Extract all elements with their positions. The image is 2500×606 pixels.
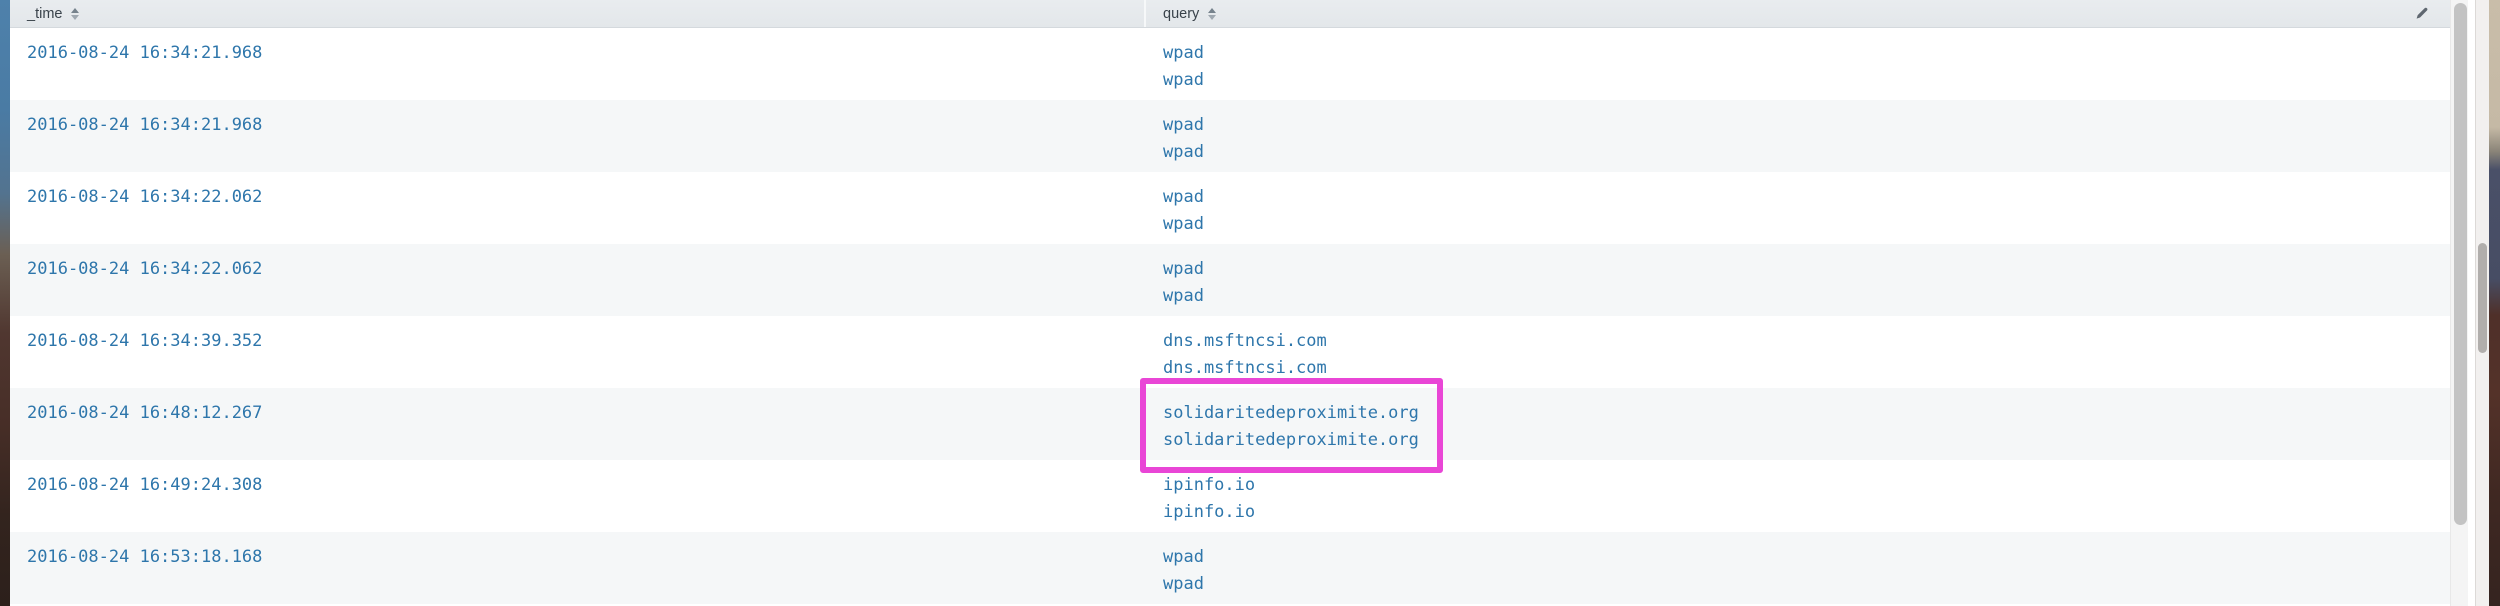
query-value[interactable]: wpad [1163, 112, 2450, 139]
column-header-time-label: _time [27, 5, 63, 22]
query-value[interactable]: wpad [1163, 571, 2450, 598]
column-header-time[interactable]: _time [10, 0, 1146, 27]
query-value[interactable]: solidaritedeproximite.org [1163, 400, 2450, 427]
time-value[interactable]: 2016-08-24 16:34:22.062 [27, 187, 262, 207]
query-value[interactable]: solidaritedeproximite.org [1163, 427, 2450, 454]
time-value[interactable]: 2016-08-24 16:34:21.968 [27, 43, 262, 63]
query-value[interactable]: wpad [1163, 544, 2450, 571]
results-table: _time query 2016-08-24 16:34:21.968 wpad… [10, 0, 2450, 606]
time-value[interactable]: 2016-08-24 16:34:21.968 [27, 115, 262, 135]
table-row: 2016-08-24 16:34:21.968 wpad wpad [10, 28, 2450, 100]
query-value[interactable]: wpad [1163, 40, 2450, 67]
query-value[interactable]: wpad [1163, 184, 2450, 211]
column-header-query[interactable]: query [1146, 0, 2450, 27]
time-value[interactable]: 2016-08-24 16:49:24.308 [27, 475, 262, 495]
sort-arrows-icon [1208, 8, 1217, 20]
query-value[interactable]: ipinfo.io [1163, 472, 2450, 499]
table-row: 2016-08-24 16:34:39.352 dns.msftncsi.com… [10, 316, 2450, 388]
query-value[interactable]: dns.msftncsi.com [1163, 328, 2450, 355]
table-scrollbar-thumb[interactable] [2454, 3, 2467, 525]
table-row: 2016-08-24 16:34:21.968 wpad wpad [10, 100, 2450, 172]
desktop-wallpaper-left [0, 0, 10, 606]
edit-pencil-icon[interactable] [2414, 5, 2430, 21]
table-row: 2016-08-24 16:53:18.168 wpad wpad [10, 532, 2450, 604]
table-body: 2016-08-24 16:34:21.968 wpad wpad 2016-0… [10, 28, 2450, 604]
table-row: 2016-08-24 16:34:22.062 wpad wpad [10, 244, 2450, 316]
query-value[interactable]: ipinfo.io [1163, 499, 2450, 526]
time-value[interactable]: 2016-08-24 16:53:18.168 [27, 547, 262, 567]
query-value[interactable]: wpad [1163, 256, 2450, 283]
query-value[interactable]: wpad [1163, 139, 2450, 166]
window-scrollbar-thumb[interactable] [2478, 243, 2487, 353]
table-row-highlighted: 2016-08-24 16:48:12.267 solidaritedeprox… [10, 388, 2450, 460]
sort-arrows-icon [71, 8, 80, 20]
query-value[interactable]: dns.msftncsi.com [1163, 355, 2450, 382]
desktop-wallpaper-right [2489, 0, 2500, 606]
query-value[interactable]: wpad [1163, 211, 2450, 238]
query-value[interactable]: wpad [1163, 283, 2450, 310]
table-row: 2016-08-24 16:49:24.308 ipinfo.io ipinfo… [10, 460, 2450, 532]
time-value[interactable]: 2016-08-24 16:34:39.352 [27, 331, 262, 351]
time-value[interactable]: 2016-08-24 16:48:12.267 [27, 403, 262, 423]
query-value[interactable]: wpad [1163, 67, 2450, 94]
table-row: 2016-08-24 16:34:22.062 wpad wpad [10, 172, 2450, 244]
table-header-row: _time query [10, 0, 2450, 28]
time-value[interactable]: 2016-08-24 16:34:22.062 [27, 259, 262, 279]
column-header-query-label: query [1163, 5, 1200, 22]
